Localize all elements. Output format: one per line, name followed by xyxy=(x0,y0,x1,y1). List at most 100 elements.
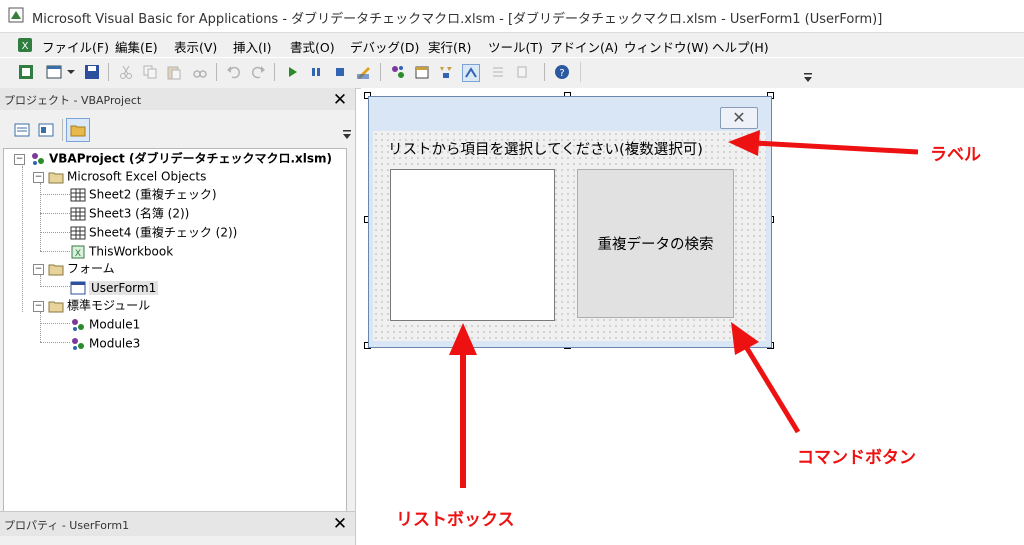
tree-item-sheet4[interactable]: Sheet4 (重複チェック (2)) xyxy=(70,223,237,241)
tree-connector xyxy=(40,286,70,287)
toolbar-separator xyxy=(380,63,381,81)
folder-icon xyxy=(48,264,64,275)
vba-project-icon xyxy=(32,152,44,165)
toolbar-separator xyxy=(62,119,63,141)
properties-pane-title: プロパティ - UserForm1 xyxy=(4,519,130,532)
toolbox-icon[interactable] xyxy=(462,64,480,82)
run-icon[interactable] xyxy=(284,64,300,80)
insert-userform-icon[interactable] xyxy=(46,64,62,80)
tree-connector xyxy=(40,342,70,343)
view-code-icon[interactable] xyxy=(14,122,30,138)
tab-order-icon[interactable] xyxy=(490,64,506,80)
project-pane-header: プロジェクト - VBAProject xyxy=(0,88,355,110)
view-excel-icon[interactable] xyxy=(18,64,34,80)
tree-item-label: Sheet2 (重複チェック) xyxy=(89,187,217,202)
toolbar-separator xyxy=(216,63,217,81)
object-browser-icon[interactable] xyxy=(438,64,454,80)
paste-icon[interactable] xyxy=(166,64,182,80)
svg-text:X: X xyxy=(75,249,81,259)
menu-run[interactable]: 実行(R) xyxy=(428,37,471,56)
project-explorer-icon[interactable] xyxy=(390,64,406,80)
properties-pane-header: プロパティ - UserForm1 ✕ xyxy=(0,511,355,536)
cut-icon[interactable] xyxy=(118,64,134,80)
module-icon xyxy=(72,337,84,350)
tree-item-sheet2[interactable]: Sheet2 (重複チェック) xyxy=(70,185,217,203)
tree-item-label: ThisWorkbook xyxy=(89,244,174,259)
panel-options-chevron-icon[interactable] xyxy=(342,128,352,142)
module-icon xyxy=(72,318,84,331)
menu-debug[interactable]: デバッグ(D) xyxy=(350,37,419,56)
properties-window-icon[interactable] xyxy=(414,64,430,80)
menu-tools[interactable]: ツール(T) xyxy=(488,37,543,56)
properties-pane-close-button[interactable]: ✕ xyxy=(331,515,349,533)
worksheet-icon xyxy=(70,207,86,220)
excel-view-icon[interactable]: X xyxy=(16,36,34,54)
menu-edit[interactable]: 編集(E) xyxy=(115,37,158,56)
zoom-icon[interactable] xyxy=(514,64,530,80)
tree-folder-forms[interactable]: フォーム xyxy=(48,259,115,277)
menu-view[interactable]: 表示(V) xyxy=(174,37,217,56)
userform-close-button[interactable]: ✕ xyxy=(720,107,758,129)
break-icon[interactable] xyxy=(308,64,324,80)
collapse-toggle[interactable]: − xyxy=(14,154,25,165)
collapse-toggle[interactable]: − xyxy=(33,172,44,183)
command-button-caption: 重複データの検索 xyxy=(597,237,714,253)
collapse-toggle[interactable]: − xyxy=(33,264,44,275)
tree-connector xyxy=(40,232,70,233)
userform-icon xyxy=(70,281,86,294)
form-label[interactable]: リストから項目を選択してください(複数選択可) xyxy=(388,138,703,159)
reset-icon[interactable] xyxy=(332,64,348,80)
project-tree: − VBAProject (ダブリデータチェックマクロ.xlsm) − Micr… xyxy=(3,148,347,515)
find-icon[interactable] xyxy=(192,64,208,80)
tree-connector xyxy=(40,213,70,214)
redo-icon[interactable] xyxy=(250,64,266,80)
menu-format[interactable]: 書式(O) xyxy=(290,37,335,56)
title-bar: Microsoft Visual Basic for Applications … xyxy=(0,0,1024,33)
tree-item-label: Microsoft Excel Objects xyxy=(67,169,207,184)
collapse-toggle[interactable]: − xyxy=(33,301,44,312)
save-icon[interactable] xyxy=(84,64,100,80)
toolbar-options-chevron-icon[interactable] xyxy=(803,72,813,84)
tree-connector xyxy=(40,275,41,285)
tree-item-vbaproject[interactable]: VBAProject (ダブリデータチェックマクロ.xlsm) xyxy=(30,149,332,167)
svg-text:?: ? xyxy=(559,68,564,79)
menu-window[interactable]: ウィンドウ(W) xyxy=(624,37,709,56)
form-listbox[interactable] xyxy=(390,169,555,321)
help-icon[interactable]: ? xyxy=(554,64,570,80)
project-pane-title: プロジェクト - VBAProject xyxy=(4,94,142,107)
tree-item-label: Module1 xyxy=(89,317,141,332)
copy-icon[interactable] xyxy=(142,64,158,80)
tree-item-module3[interactable]: Module3 xyxy=(70,334,140,352)
folder-icon xyxy=(70,125,86,137)
worksheet-icon xyxy=(70,188,86,201)
tree-connector xyxy=(40,194,70,195)
tree-item-label: VBAProject (ダブリデータチェックマクロ.xlsm) xyxy=(49,151,332,166)
tree-item-thisworkbook[interactable]: X ThisWorkbook xyxy=(70,242,173,260)
svg-text:X: X xyxy=(22,41,29,52)
tree-item-module1[interactable]: Module1 xyxy=(70,315,140,333)
toolbar-separator xyxy=(108,63,109,81)
tree-folder-modules[interactable]: 標準モジュール xyxy=(48,296,150,314)
project-pane-close-button[interactable]: ✕ xyxy=(331,91,349,109)
tree-item-label: 標準モジュール xyxy=(67,298,151,313)
toggle-folders-button[interactable] xyxy=(66,118,90,142)
toolbar-separator xyxy=(544,63,545,81)
form-command-button[interactable]: 重複データの検索 xyxy=(577,169,734,318)
menu-file[interactable]: ファイル(F) xyxy=(42,37,109,56)
menu-insert[interactable]: 挿入(I) xyxy=(233,37,271,56)
tree-item-label: UserForm1 xyxy=(89,280,159,295)
tree-folder-excel-objects[interactable]: Microsoft Excel Objects xyxy=(48,167,206,185)
window-title: Microsoft Visual Basic for Applications … xyxy=(32,12,883,27)
menu-addins[interactable]: アドイン(A) xyxy=(550,37,618,56)
chevron-down-icon[interactable] xyxy=(66,64,76,80)
tree-item-label: Sheet4 (重複チェック (2)) xyxy=(89,225,238,240)
tree-item-userform1[interactable]: UserForm1 xyxy=(70,278,159,296)
view-object-icon[interactable] xyxy=(38,122,54,138)
tree-item-label: Sheet3 (名簿 (2)) xyxy=(89,206,190,221)
design-mode-icon[interactable] xyxy=(356,64,372,80)
annotation-label: ラベル xyxy=(930,145,981,165)
undo-icon[interactable] xyxy=(226,64,242,80)
menu-help[interactable]: ヘルプ(H) xyxy=(712,37,769,56)
folder-icon xyxy=(48,301,64,312)
tree-item-sheet3[interactable]: Sheet3 (名簿 (2)) xyxy=(70,204,189,222)
